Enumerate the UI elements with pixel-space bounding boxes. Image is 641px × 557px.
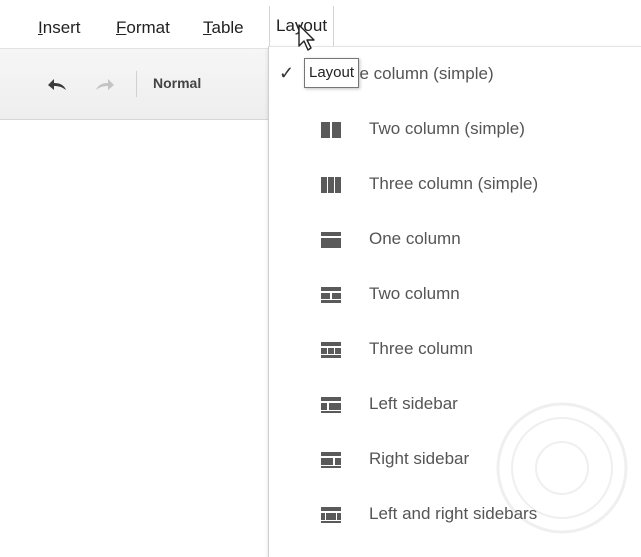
layout-item-label: Left sidebar bbox=[369, 394, 458, 413]
watermark-seal-icon bbox=[496, 402, 628, 534]
undo-button[interactable] bbox=[44, 75, 70, 98]
menu-table-accel: T bbox=[203, 18, 212, 37]
menu-table-label: able bbox=[211, 18, 244, 37]
three-column-icon bbox=[321, 342, 341, 358]
right-sidebar-icon bbox=[321, 452, 341, 468]
layout-item-three-column[interactable]: Three column bbox=[269, 330, 641, 370]
layout-item-label: Two column bbox=[369, 284, 460, 303]
mouse-cursor-icon bbox=[298, 24, 315, 51]
layout-item-two-column-simple[interactable]: Two column (simple) bbox=[269, 110, 641, 150]
toolbar-separator bbox=[136, 71, 137, 97]
left-sidebar-icon bbox=[321, 397, 341, 413]
layout-item-label: ne column (simple) bbox=[350, 64, 494, 83]
layout-item-label: Right sidebar bbox=[369, 449, 470, 468]
menu-insert-label: nsert bbox=[42, 18, 81, 37]
menu-bar: Insert Format Table Layout bbox=[0, 0, 641, 48]
paragraph-style-select[interactable]: Normal bbox=[153, 75, 201, 91]
layout-item-label: One column bbox=[369, 229, 461, 248]
menu-table[interactable]: Table bbox=[203, 18, 244, 38]
checkmark-icon: ✓ bbox=[279, 63, 295, 83]
layout-item-one-column[interactable]: One column bbox=[269, 220, 641, 260]
layout-item-two-column[interactable]: Two column bbox=[269, 275, 641, 315]
layout-item-label: Two column (simple) bbox=[369, 119, 525, 138]
menu-format-accel: F bbox=[116, 18, 127, 37]
redo-icon bbox=[96, 79, 114, 90]
menu-insert[interactable]: Insert bbox=[38, 18, 81, 38]
left-right-sidebars-icon bbox=[321, 507, 341, 523]
redo-button[interactable] bbox=[92, 75, 118, 98]
layout-tooltip: Layout bbox=[304, 58, 360, 88]
layout-item-three-column-simple[interactable]: Three column (simple) bbox=[269, 165, 641, 205]
editor-toolbar: Normal bbox=[0, 48, 268, 120]
two-column-simple-icon bbox=[321, 122, 341, 138]
layout-item-label: Three column bbox=[369, 339, 473, 358]
menu-layout-pre: La bbox=[276, 16, 295, 35]
one-column-icon bbox=[321, 232, 341, 248]
layout-item-label: Three column (simple) bbox=[369, 174, 539, 193]
three-column-simple-icon bbox=[321, 177, 341, 193]
menu-format-label: ormat bbox=[126, 18, 170, 37]
menu-format[interactable]: Format bbox=[116, 18, 170, 38]
undo-icon bbox=[48, 79, 66, 90]
two-column-icon bbox=[321, 287, 341, 303]
